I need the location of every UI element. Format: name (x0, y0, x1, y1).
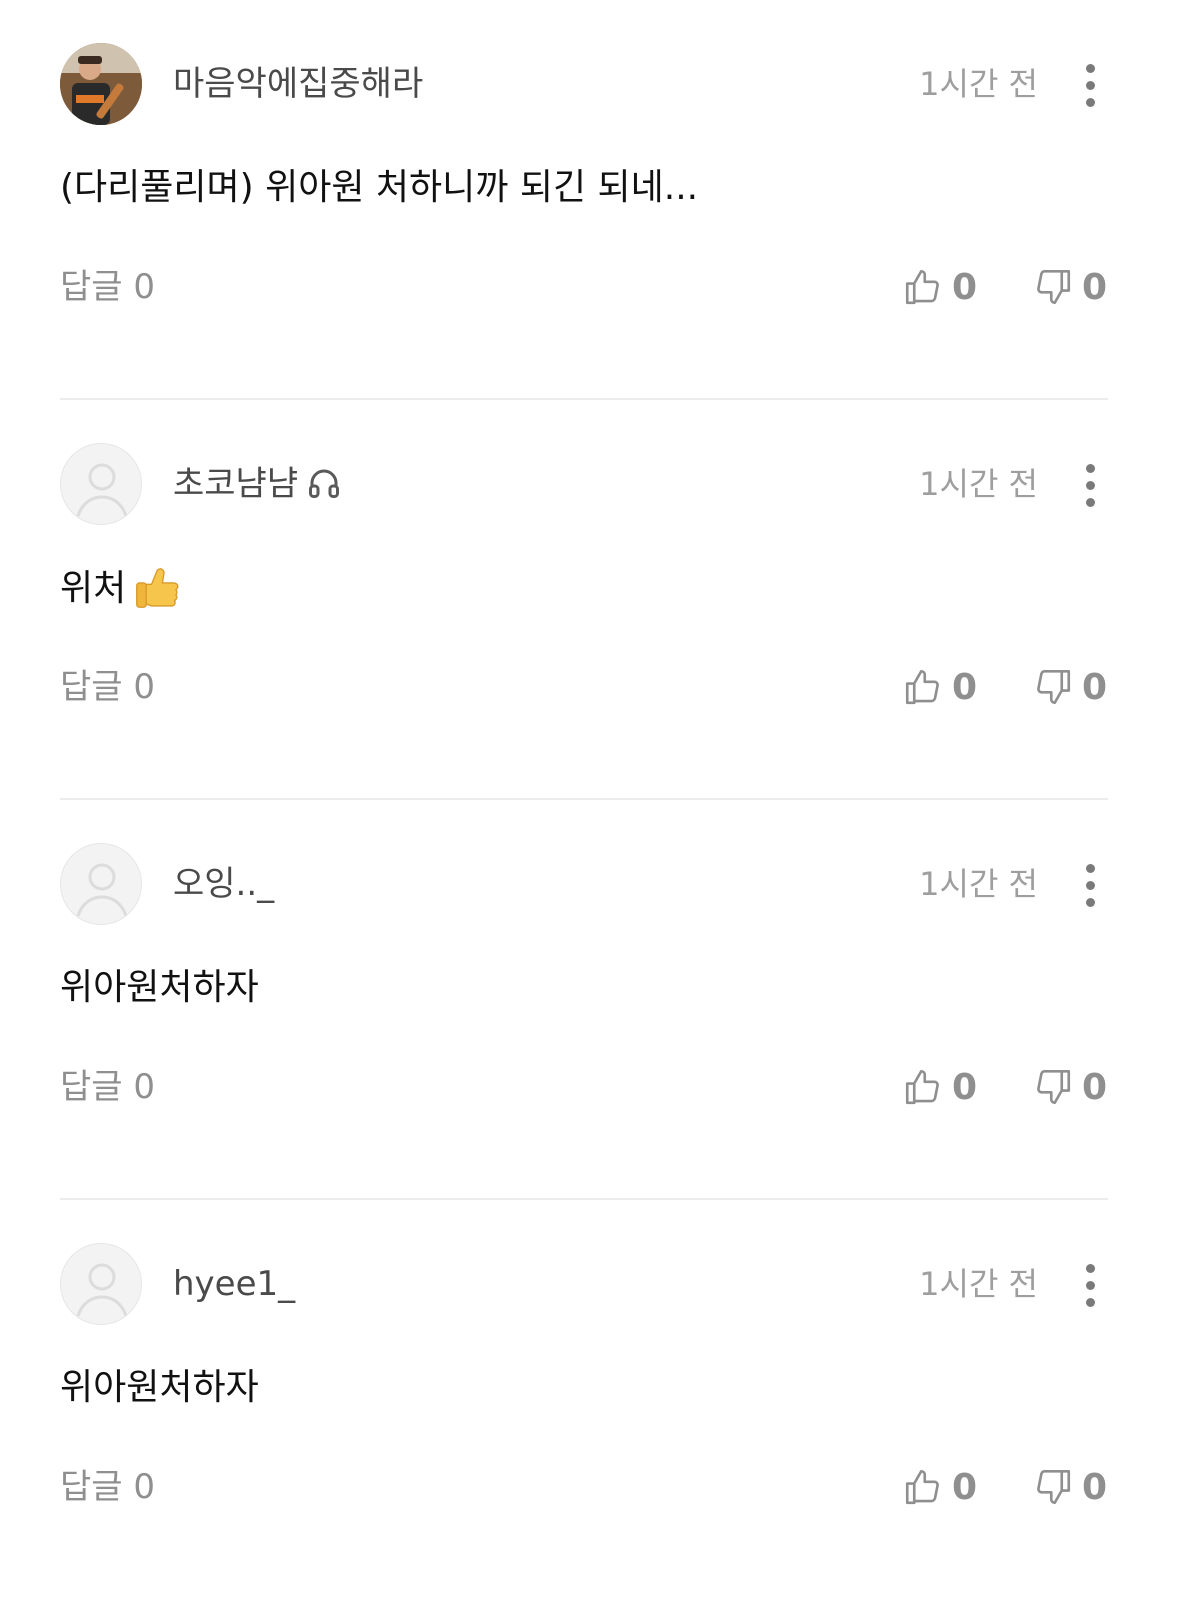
comment-item: hyee1_ 1시간 전 위아원처하자 답글 0 0 0 (60, 1200, 1108, 1600)
reply-button[interactable]: 답글 0 (60, 1062, 155, 1112)
dislike-button[interactable]: 0 (1032, 1062, 1107, 1112)
dislike-count: 0 (1082, 266, 1108, 308)
username-text: 초코냠냠 (173, 464, 299, 504)
username[interactable]: 마음악에집중해라 (173, 60, 423, 108)
more-options-button[interactable] (1072, 55, 1108, 115)
username[interactable]: 오잉.._ (173, 860, 274, 908)
timestamp: 1시간 전 (919, 865, 1038, 903)
dot (1085, 897, 1095, 907)
dot (1085, 863, 1095, 873)
dot (1085, 63, 1095, 73)
more-options-button[interactable] (1072, 855, 1108, 915)
dot (1085, 463, 1095, 473)
thumbs-down-icon (1037, 1469, 1071, 1505)
dot (1085, 880, 1095, 890)
username[interactable]: hyee1_ (173, 1260, 295, 1308)
dot (1085, 97, 1095, 107)
dot (1085, 497, 1095, 507)
dot (1085, 1280, 1095, 1290)
timestamp: 1시간 전 (919, 465, 1038, 503)
avatar[interactable] (60, 843, 142, 925)
dislike-count: 0 (1082, 1466, 1108, 1508)
thumbs-up-icon (905, 1069, 939, 1105)
comment-item: 오잉.._ 1시간 전 위아원처하자 답글 0 0 0 (60, 800, 1108, 1200)
reply-button[interactable]: 답글 0 (60, 1462, 155, 1512)
like-count: 0 (952, 266, 978, 308)
thumbs-up-icon (905, 269, 939, 305)
comment-text: 위아원처하자 (60, 1367, 259, 1408)
dot (1085, 1297, 1095, 1307)
more-options-button[interactable] (1072, 455, 1108, 515)
dot (1085, 1263, 1095, 1273)
like-count: 0 (952, 666, 978, 708)
user-photo-icon (60, 43, 142, 125)
dislike-button[interactable]: 0 (1032, 662, 1107, 712)
more-options-button[interactable] (1072, 1255, 1108, 1315)
thumbs-down-icon (1037, 269, 1071, 305)
like-button[interactable]: 0 (902, 1062, 977, 1112)
comment-text-content: 위처 (60, 568, 127, 609)
thumbs-up-icon (905, 669, 939, 705)
like-button[interactable]: 0 (902, 262, 977, 312)
comment-item: 마음악에집중해라 1시간 전 (다리풀리며) 위아원 처하니까 되긴 되네...… (60, 0, 1108, 400)
timestamp: 1시간 전 (919, 65, 1038, 103)
timestamp: 1시간 전 (919, 1265, 1038, 1303)
reply-button[interactable]: 답글 0 (60, 662, 155, 712)
default-avatar-icon (76, 463, 128, 517)
headphones-icon (306, 465, 342, 514)
like-count: 0 (952, 1066, 978, 1108)
like-button[interactable]: 0 (902, 1462, 977, 1512)
comment-item: 초코냠냠 1시간 전 위처 답글 0 0 0 (60, 400, 1108, 800)
dot (1085, 480, 1095, 490)
dislike-count: 0 (1082, 1066, 1108, 1108)
thumbs-up-emoji-icon (130, 560, 184, 631)
comment-text: 위처 (60, 560, 184, 631)
avatar[interactable] (60, 443, 142, 525)
comment-list: 마음악에집중해라 1시간 전 (다리풀리며) 위아원 처하니까 되긴 되네...… (0, 0, 1179, 1584)
comment-text: (다리풀리며) 위아원 처하니까 되긴 되네... (60, 167, 699, 208)
dot (1085, 80, 1095, 90)
reply-button[interactable]: 답글 0 (60, 262, 155, 312)
username[interactable]: 초코냠냠 (173, 460, 342, 514)
avatar[interactable] (60, 43, 142, 125)
dislike-button[interactable]: 0 (1032, 1462, 1107, 1512)
default-avatar-icon (76, 1263, 128, 1317)
thumbs-down-icon (1037, 669, 1071, 705)
dislike-button[interactable]: 0 (1032, 262, 1107, 312)
thumbs-down-icon (1037, 1069, 1071, 1105)
avatar[interactable] (60, 1243, 142, 1325)
comment-text: 위아원처하자 (60, 967, 259, 1008)
like-button[interactable]: 0 (902, 662, 977, 712)
dislike-count: 0 (1082, 666, 1108, 708)
thumbs-up-icon (905, 1469, 939, 1505)
default-avatar-icon (76, 863, 128, 917)
like-count: 0 (952, 1466, 978, 1508)
